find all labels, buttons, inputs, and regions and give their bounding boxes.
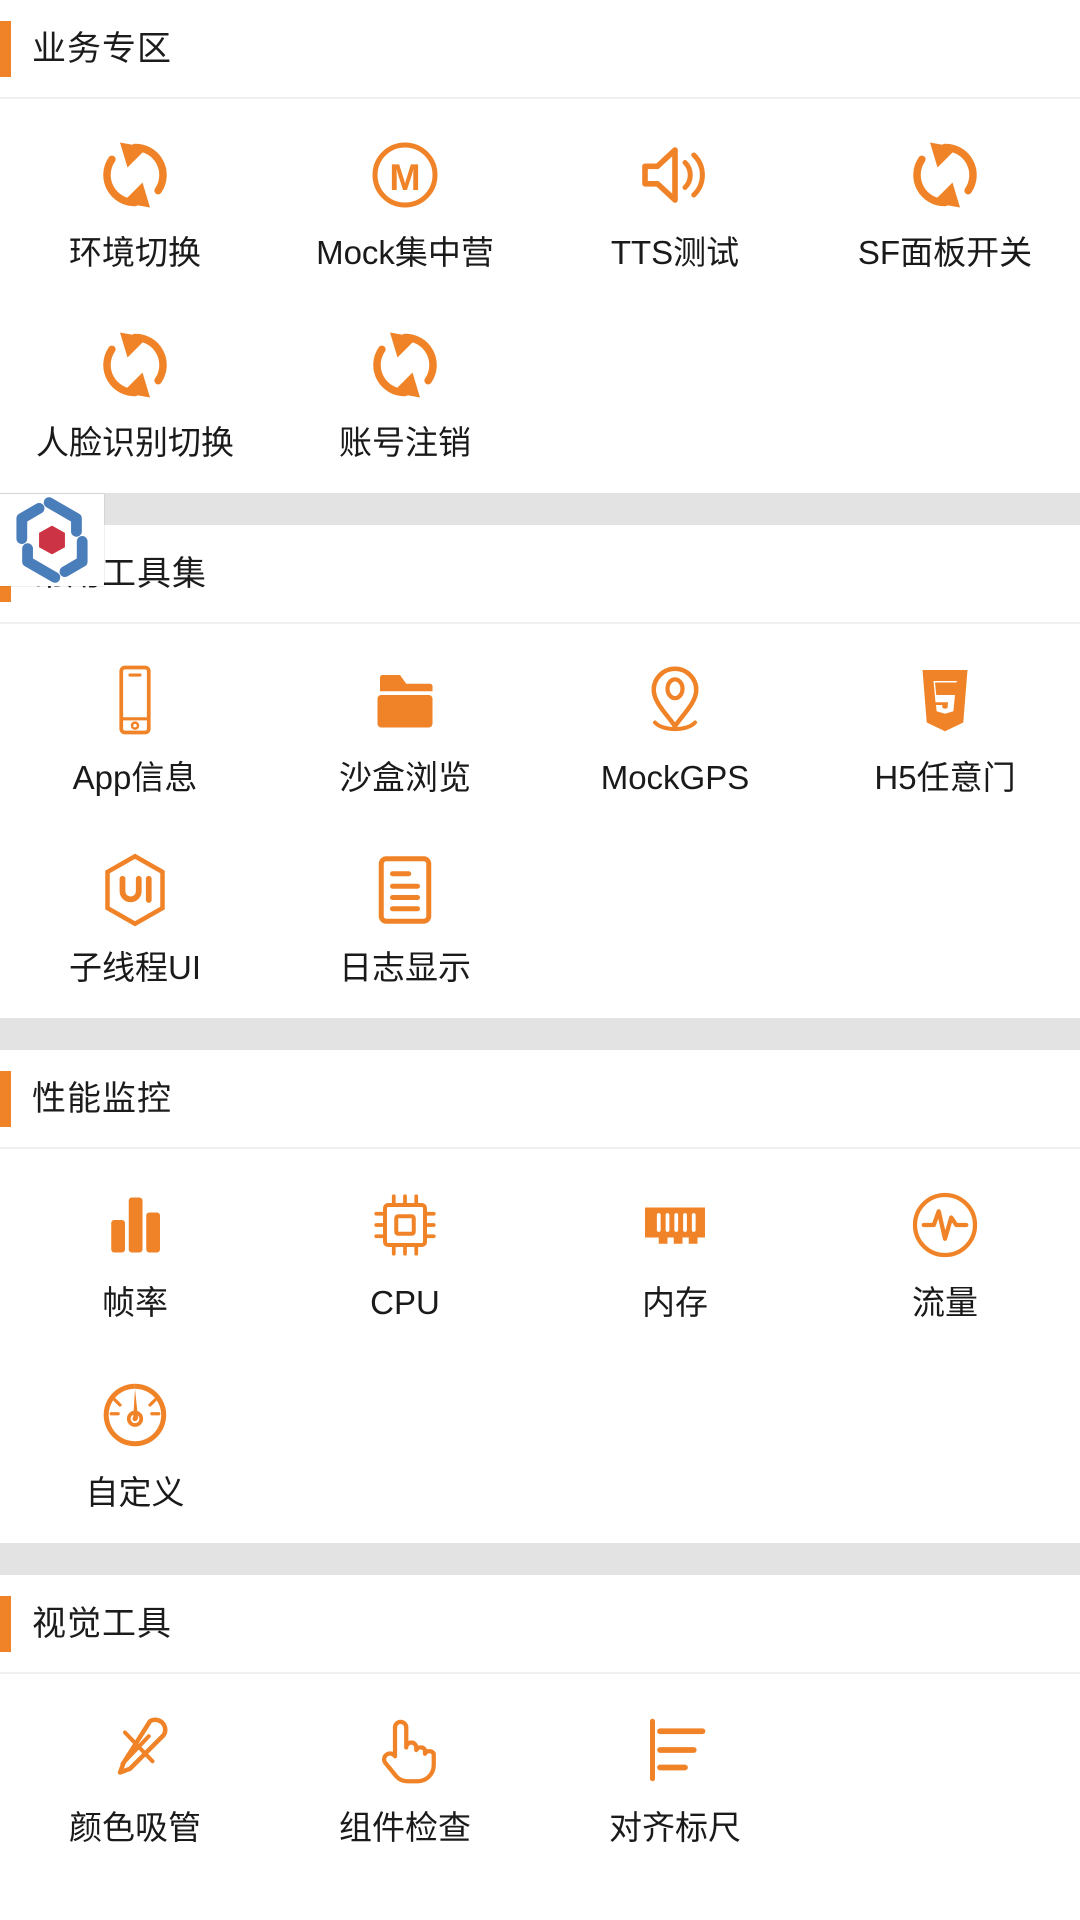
tile-mock-center[interactable]: M Mock集中营 (270, 113, 540, 303)
tile-label: CPU (370, 1285, 440, 1321)
tile-label: Mock集中营 (316, 235, 494, 271)
tile-label: SF面板开关 (858, 235, 1032, 271)
tile-label: 组件检查 (339, 1810, 471, 1846)
hexagon-logo-icon (2, 494, 102, 586)
tile-color-picker[interactable]: 颜色吸管 (0, 1688, 270, 1878)
tile-label: 对齐标尺 (609, 1810, 741, 1846)
tile-label: App信息 (73, 760, 198, 796)
tile-custom[interactable]: 自定义 (0, 1353, 270, 1543)
section-divider-band (0, 1543, 1080, 1575)
tile-label: 账号注销 (339, 425, 471, 461)
tile-label: 沙盒浏览 (339, 760, 471, 796)
location-pin-icon (629, 654, 721, 746)
tile-face-recognition-switch[interactable]: 人脸识别切换 (0, 303, 270, 493)
tile-app-info[interactable]: App信息 (0, 638, 270, 828)
section-divider-band (0, 1018, 1080, 1050)
memory-ram-icon (629, 1179, 721, 1271)
tile-tts-test[interactable]: TTS测试 (540, 113, 810, 303)
refresh-sync-icon (89, 129, 181, 221)
debug-tools-page: 业务专区 环境切换 M Mock集中营 (0, 0, 1080, 1920)
refresh-sync-icon (359, 319, 451, 411)
tile-sf-panel-switch[interactable]: SF面板开关 (810, 113, 1080, 303)
tile-log-display[interactable]: 日志显示 (270, 828, 540, 1018)
tile-memory[interactable]: 内存 (540, 1163, 810, 1353)
tile-label: 环境切换 (69, 235, 201, 271)
folder-icon (359, 654, 451, 746)
tile-cpu[interactable]: CPU (270, 1163, 540, 1353)
section-header-tools: 常用工具集 (0, 525, 1080, 624)
tile-fps[interactable]: 帧率 (0, 1163, 270, 1353)
tile-sandbox-browse[interactable]: 沙盒浏览 (270, 638, 540, 828)
cpu-chip-icon (359, 1179, 451, 1271)
tile-label: MockGPS (601, 760, 750, 796)
section-title: 业务专区 (32, 32, 172, 66)
ui-hexagon-icon (89, 844, 181, 936)
tile-label: 内存 (642, 1285, 708, 1321)
tile-label: 自定义 (86, 1475, 185, 1511)
tile-label: 子线程UI (69, 950, 201, 986)
phone-outline-icon (89, 654, 181, 746)
pointing-hand-icon (359, 1704, 451, 1796)
pulse-circle-icon (899, 1179, 991, 1271)
tile-env-switch[interactable]: 环境切换 (0, 113, 270, 303)
tile-label: 流量 (912, 1285, 978, 1321)
section-header-visual: 视觉工具 (0, 1575, 1080, 1674)
section-accent-bar (0, 21, 11, 77)
refresh-sync-icon (89, 319, 181, 411)
tile-traffic[interactable]: 流量 (810, 1163, 1080, 1353)
speaker-volume-icon (629, 129, 721, 221)
tile-label: TTS测试 (611, 235, 739, 271)
tile-label: 帧率 (102, 1285, 168, 1321)
section-grid-performance: 帧率 CPU (0, 1149, 1080, 1543)
document-lines-icon (359, 844, 451, 936)
section-divider-band (0, 493, 1080, 525)
section-header-business: 业务专区 (0, 0, 1080, 99)
mock-circle-m-icon: M (359, 129, 451, 221)
section-grid-visual: 颜色吸管 组件检查 对齐标尺 (0, 1674, 1080, 1878)
debug-entry-floating-button[interactable] (0, 494, 104, 586)
tile-subthread-ui[interactable]: 子线程UI (0, 828, 270, 1018)
section-grid-tools: App信息 沙盒浏览 MockGPS (0, 624, 1080, 1018)
eyedropper-icon (89, 1704, 181, 1796)
section-accent-bar (0, 1596, 11, 1652)
section-title: 视觉工具 (32, 1607, 172, 1641)
section-title: 性能监控 (32, 1082, 172, 1116)
tile-component-inspect[interactable]: 组件检查 (270, 1688, 540, 1878)
section-grid-business: 环境切换 M Mock集中营 TTS测试 (0, 99, 1080, 493)
tile-h5-door[interactable]: H5任意门 (810, 638, 1080, 828)
refresh-sync-icon (899, 129, 991, 221)
tile-label: H5任意门 (874, 760, 1015, 796)
svg-text:M: M (389, 156, 420, 198)
section-header-performance: 性能监控 (0, 1050, 1080, 1149)
section-accent-bar (0, 1071, 11, 1127)
tile-label: 颜色吸管 (69, 1810, 201, 1846)
tile-account-logout[interactable]: 账号注销 (270, 303, 540, 493)
tile-label: 人脸识别切换 (36, 425, 234, 461)
html5-shield-icon (899, 654, 991, 746)
align-ruler-icon (629, 1704, 721, 1796)
gauge-speedometer-icon (89, 1369, 181, 1461)
tile-align-ruler[interactable]: 对齐标尺 (540, 1688, 810, 1878)
bar-chart-icon (89, 1179, 181, 1271)
tile-mock-gps[interactable]: MockGPS (540, 638, 810, 828)
tile-label: 日志显示 (339, 950, 471, 986)
